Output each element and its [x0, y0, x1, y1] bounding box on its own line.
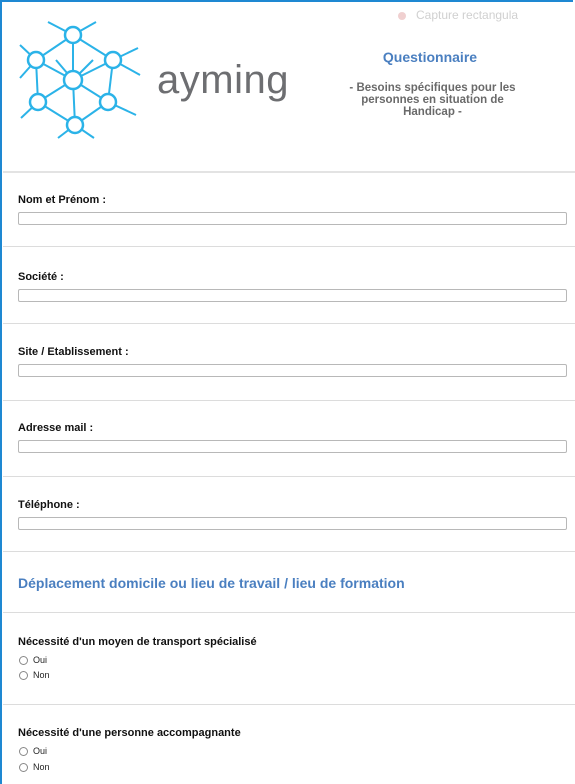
divider — [3, 323, 575, 324]
mail-label: Adresse mail : — [18, 422, 94, 434]
divider — [3, 246, 575, 247]
mail-input[interactable] — [18, 440, 567, 453]
radio-button[interactable] — [19, 762, 28, 772]
site-label: Site / Etablissement : — [18, 346, 129, 358]
option-label: Non — [33, 670, 50, 680]
nom-label: Nom et Prénom : — [18, 194, 107, 206]
form-subtitle: - Besoins spécifiques pour les personnes… — [330, 82, 535, 118]
subtitle-line: - Besoins spécifiques pour les — [349, 82, 516, 94]
radio-button[interactable] — [19, 746, 28, 756]
subtitle-line: Handicap - — [403, 106, 462, 118]
divider — [3, 704, 575, 705]
ayming-network-logo-icon — [19, 21, 141, 139]
site-input[interactable] — [18, 364, 567, 377]
divider — [3, 551, 575, 552]
divider — [3, 400, 575, 401]
option-label: Oui — [33, 655, 48, 665]
divider — [3, 612, 575, 613]
radio-button[interactable] — [19, 670, 28, 680]
radio-button[interactable] — [19, 655, 28, 665]
societe-label: Société : — [18, 271, 64, 283]
section-title: Déplacement domicile ou lieu de travail … — [18, 575, 405, 591]
transport-option-non[interactable]: Non — [19, 669, 50, 681]
accompagnant-option-oui[interactable]: Oui — [19, 745, 47, 757]
divider — [3, 476, 575, 477]
brand-name: ayming — [157, 58, 289, 102]
telephone-input[interactable] — [18, 517, 567, 530]
telephone-label: Téléphone : — [18, 499, 80, 511]
transport-option-oui[interactable]: Oui — [19, 654, 47, 666]
header-divider — [3, 171, 575, 173]
subtitle-line: personnes en situation de — [361, 94, 504, 106]
form-title: Questionnaire — [382, 49, 478, 65]
nom-input[interactable] — [18, 212, 567, 225]
accompagnant-option-non[interactable]: Non — [19, 761, 50, 773]
transport-question: Nécessité d'un moyen de transport spécia… — [18, 636, 257, 648]
form-header: ayming Questionnaire - Besoins spécifiqu… — [0, 0, 575, 170]
societe-input[interactable] — [18, 289, 567, 302]
option-label: Non — [33, 762, 50, 772]
option-label: Oui — [33, 746, 48, 756]
accompagnant-question: Nécessité d'une personne accompagnante — [18, 727, 241, 739]
